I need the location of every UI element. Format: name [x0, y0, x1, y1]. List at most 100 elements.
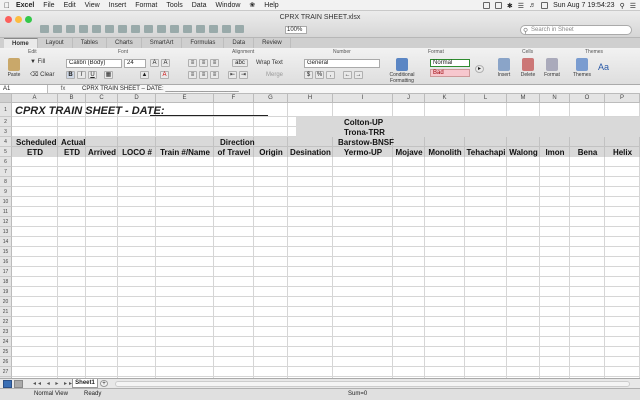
- row-header[interactable]: 13: [0, 227, 12, 237]
- decrease-font-icon[interactable]: A: [161, 59, 170, 67]
- font-name-select[interactable]: Calibri (Body): [66, 59, 122, 68]
- undo-icon[interactable]: [157, 25, 166, 33]
- column-header[interactable]: J: [393, 94, 425, 103]
- conditional-formatting-button[interactable]: Conditional Formatting: [388, 58, 416, 84]
- header-cell[interactable]: Walong: [507, 148, 540, 157]
- column-header[interactable]: N: [540, 94, 570, 103]
- header-cell[interactable]: Bena: [570, 148, 605, 157]
- menu-app-excel[interactable]: Excel: [16, 2, 34, 9]
- row-header[interactable]: 22: [0, 317, 12, 327]
- wifi-icon[interactable]: ☰: [518, 2, 524, 10]
- row-header[interactable]: 15: [0, 247, 12, 257]
- row-header[interactable]: 20: [0, 297, 12, 307]
- fx-icon[interactable]: fx: [48, 86, 78, 92]
- header-cell[interactable]: Tehachapi: [465, 148, 507, 157]
- formula-input[interactable]: CPRX TRAIN SHEET – DATE: _______________…: [78, 86, 239, 92]
- row-header[interactable]: 3: [0, 127, 12, 137]
- menu-edit[interactable]: Edit: [64, 2, 76, 9]
- percent-icon[interactable]: %: [315, 71, 324, 79]
- header-cell[interactable]: Train #/Name: [156, 148, 214, 157]
- decrease-decimal-icon[interactable]: →: [354, 71, 363, 79]
- row-header[interactable]: 26: [0, 357, 12, 367]
- header-cell[interactable]: Arrived: [86, 148, 118, 157]
- notification-center-icon[interactable]: ☰: [630, 2, 636, 10]
- row-header[interactable]: 27: [0, 367, 12, 377]
- header-cell[interactable]: of Travel: [214, 148, 254, 157]
- header-cell[interactable]: Helix: [605, 148, 640, 157]
- cell-b4[interactable]: Actual: [61, 138, 85, 147]
- clear-button[interactable]: ⌫ Clear: [30, 71, 55, 78]
- header-cell[interactable]: Yermo-UP: [333, 148, 393, 157]
- header-cell[interactable]: Desination: [288, 148, 333, 157]
- cell-a4[interactable]: Scheduled: [16, 138, 56, 147]
- header-cell[interactable]: Mojave: [393, 148, 425, 157]
- cut-icon[interactable]: [105, 25, 114, 33]
- column-header[interactable]: O: [570, 94, 605, 103]
- row-header[interactable]: 5: [0, 147, 12, 157]
- search-sheet-input[interactable]: ⚲ Search in Sheet: [520, 25, 632, 35]
- filter-icon[interactable]: [209, 25, 218, 33]
- add-sheet-button[interactable]: +: [100, 380, 108, 387]
- header-cell[interactable]: Imon: [540, 148, 570, 157]
- sheet-title[interactable]: CPRX TRAIN SHEET - DATE:: [15, 105, 165, 117]
- cell-i2[interactable]: Colton-UP: [344, 118, 383, 127]
- tab-smartart[interactable]: SmartArt: [142, 38, 183, 48]
- select-all-corner[interactable]: [0, 94, 12, 103]
- menu-data[interactable]: Data: [192, 2, 207, 9]
- sort-icon[interactable]: [196, 25, 205, 33]
- align-center-icon[interactable]: ≡: [199, 71, 208, 79]
- battery-icon[interactable]: [541, 2, 549, 9]
- font-size-select[interactable]: 24: [124, 59, 146, 68]
- column-header[interactable]: M: [507, 94, 540, 103]
- menu-file[interactable]: File: [43, 2, 54, 9]
- style-normal[interactable]: Normal: [430, 59, 470, 67]
- format-painter-icon[interactable]: [144, 25, 153, 33]
- column-header[interactable]: B: [58, 94, 86, 103]
- tab-home[interactable]: Home: [4, 38, 38, 48]
- menu-view[interactable]: View: [85, 2, 100, 9]
- zoom-select[interactable]: 100%: [285, 26, 307, 34]
- cell-i4[interactable]: Barstow-BNSF: [338, 138, 394, 147]
- increase-indent-icon[interactable]: ⇥: [239, 71, 248, 79]
- dropbox-icon[interactable]: [482, 2, 490, 9]
- currency-icon[interactable]: $: [304, 71, 313, 79]
- align-right-icon[interactable]: ≡: [210, 71, 219, 79]
- align-top-icon[interactable]: ≡: [188, 59, 197, 67]
- orientation-button[interactable]: abc: [232, 59, 248, 67]
- row-header[interactable]: 21: [0, 307, 12, 317]
- row-header[interactable]: 6: [0, 157, 12, 167]
- row-header[interactable]: 9: [0, 187, 12, 197]
- row-header[interactable]: 11: [0, 207, 12, 217]
- column-header[interactable]: L: [465, 94, 507, 103]
- open-icon[interactable]: [66, 25, 75, 33]
- column-header[interactable]: K: [425, 94, 465, 103]
- format-cells-button[interactable]: Format: [542, 58, 562, 78]
- row-header[interactable]: 4: [0, 137, 12, 147]
- normal-view-icon[interactable]: [3, 380, 12, 388]
- column-header[interactable]: A: [12, 94, 58, 103]
- borders-icon[interactable]: ▦: [104, 71, 113, 79]
- column-header[interactable]: H: [288, 94, 333, 103]
- underline-button[interactable]: U: [88, 71, 97, 79]
- cell-f4[interactable]: Direction: [220, 138, 255, 147]
- bold-button[interactable]: B: [66, 71, 75, 79]
- save-icon[interactable]: [79, 25, 88, 33]
- row-header[interactable]: 7: [0, 167, 12, 177]
- row-header[interactable]: 12: [0, 217, 12, 227]
- merge-button[interactable]: Merge: [266, 72, 283, 78]
- column-header[interactable]: E: [156, 94, 214, 103]
- name-box[interactable]: A1: [0, 85, 48, 93]
- row-header[interactable]: 10: [0, 197, 12, 207]
- row-header[interactable]: 16: [0, 257, 12, 267]
- font-color-icon[interactable]: A: [160, 71, 169, 79]
- header-cell[interactable]: ETD: [12, 148, 58, 157]
- row-header[interactable]: 19: [0, 287, 12, 297]
- tab-data[interactable]: Data: [224, 38, 255, 48]
- gallery-icon[interactable]: [222, 25, 231, 33]
- align-bottom-icon[interactable]: ≡: [210, 59, 219, 67]
- increase-decimal-icon[interactable]: ←: [343, 71, 352, 79]
- apple-icon[interactable]: : [4, 1, 10, 10]
- column-header[interactable]: G: [254, 94, 288, 103]
- row-header[interactable]: 23: [0, 327, 12, 337]
- menu-window[interactable]: Window: [216, 2, 241, 9]
